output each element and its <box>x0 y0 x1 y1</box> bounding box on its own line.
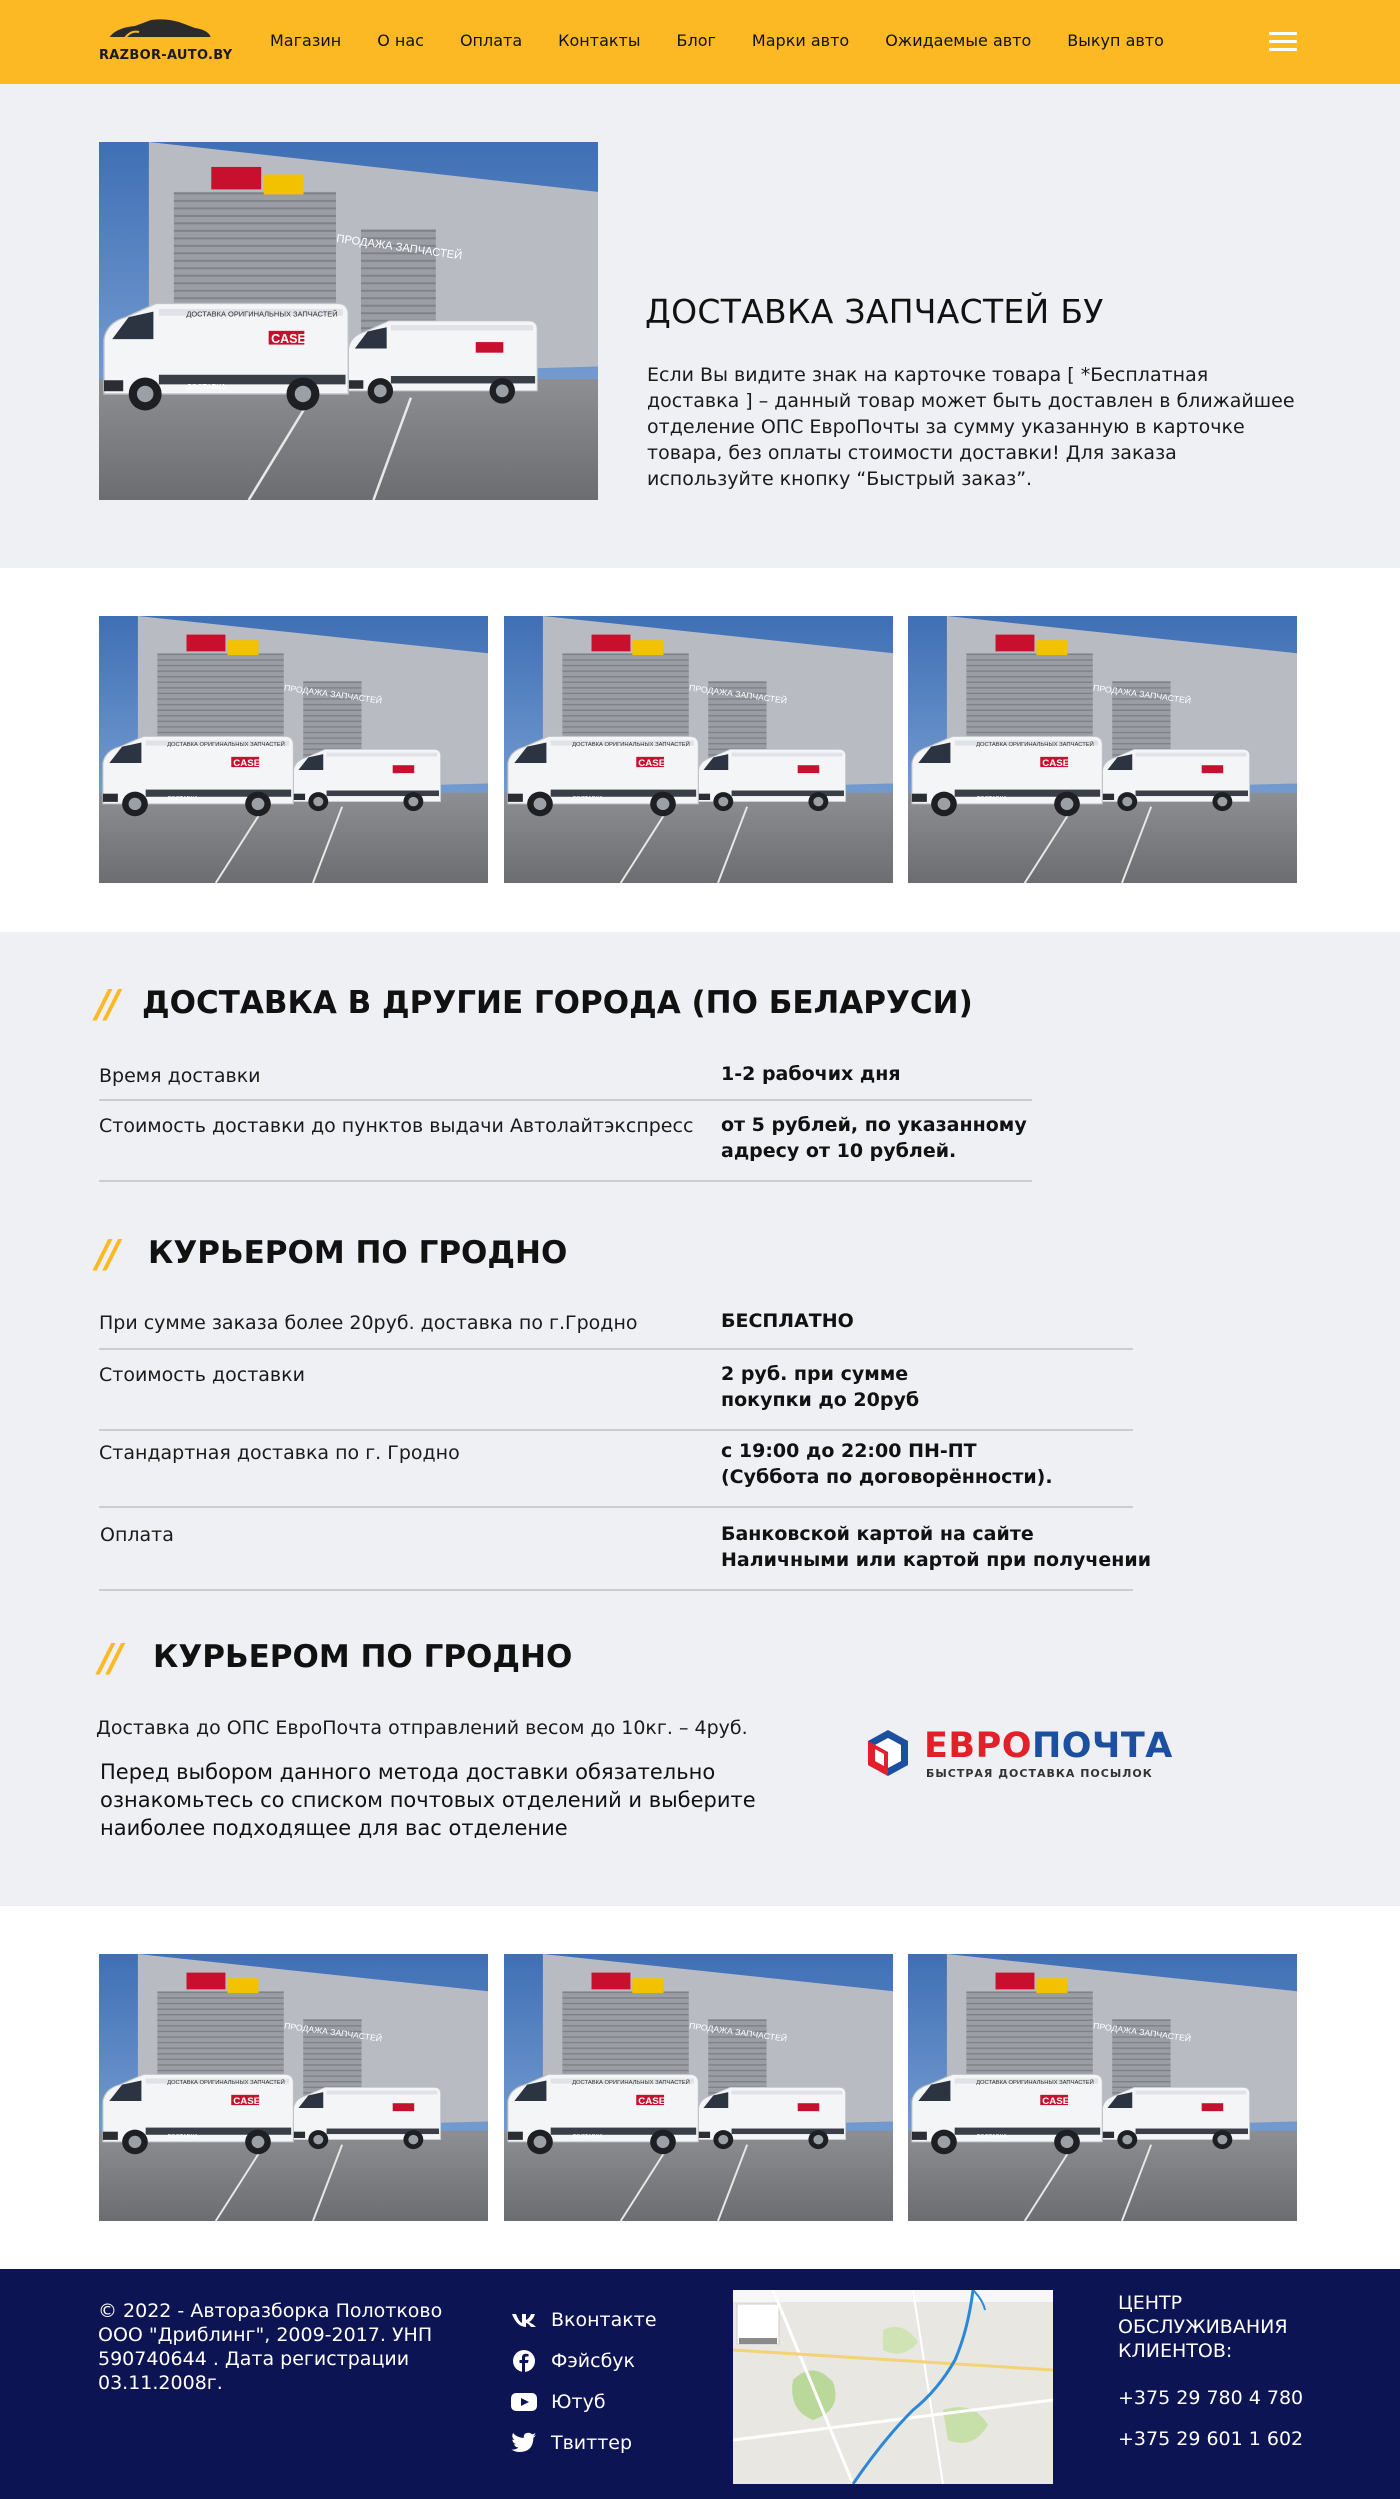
evropochta-logo[interactable]: ЕВРОПОЧТА БЫСТРАЯ ДОСТАВКА ПОСЫЛОК <box>864 1726 1172 1782</box>
nav-shop[interactable]: Магазин <box>270 31 341 50</box>
divider <box>99 1506 1133 1508</box>
nav-contacts[interactable]: Контакты <box>558 31 640 50</box>
hero-description: Если Вы видите знак на карточке товара [… <box>647 364 1295 490</box>
row-value: 2 руб. при сумме покупки до 20руб <box>721 1363 920 1411</box>
evropochta-tagline: БЫСТРАЯ ДОСТАВКА ПОСЫЛОК <box>926 1767 1153 1780</box>
hero-section: ПРОДАЖА ЗАПЧАСТЕЙ ДОСТАВКА ОРИГИНАЛЬНЫХ … <box>0 84 1400 568</box>
phone-link[interactable]: +375 29 780 4 780 <box>1118 2387 1303 2409</box>
van-brand-text: CASE <box>638 758 665 769</box>
hero-photo: ПРОДАЖА ЗАПЧАСТЕЙ ДОСТАВКА ОРИГИНАЛЬНЫХ … <box>99 142 598 500</box>
van-side-text: ДОСТАВКА ОРИГИНАЛЬНЫХ ЗАПЧАСТЕЙ <box>572 740 690 748</box>
nav-about[interactable]: О нас <box>377 31 424 50</box>
gallery-photo[interactable]: ПРОДАЖА ЗАПЧАСТЕЙ ДОСТАВКА ОРИГИНАЛЬНЫХ … <box>908 1954 1297 2221</box>
row-value: от 5 рублей, по указанному адресу от 10 … <box>721 1114 1027 1162</box>
row-label: Стоимость доставки до пунктов выдачи Авт… <box>99 1115 694 1137</box>
slash-accent-icon: // <box>99 1636 123 1680</box>
post-title: КУРЬЕРОМ ПО ГРОДНО <box>153 1639 573 1675</box>
row-value: БЕСПЛАТНО <box>721 1310 854 1332</box>
van-brand-text: CASE <box>233 2096 260 2107</box>
van-bottom-text: ДОСТАВКА <box>167 2134 198 2140</box>
youtube-icon <box>511 2391 537 2413</box>
van-side-text: ДОСТАВКА ОРИГИНАЛЬНЫХ ЗАПЧАСТЕЙ <box>167 740 285 748</box>
gallery-top: ПРОДАЖА ЗАПЧАСТЕЙ ДОСТАВКА ОРИГИНАЛЬНЫХ … <box>0 568 1400 932</box>
divider <box>99 1589 1133 1591</box>
nav-car-brands[interactable]: Марки авто <box>752 31 849 50</box>
slash-accent-icon: // <box>96 982 120 1026</box>
car-silhouette-icon <box>109 19 211 39</box>
van-brand-text: CASE <box>1042 758 1069 769</box>
row-label: Стандартная доставка по г. Гродно <box>99 1442 460 1464</box>
nav-payment[interactable]: Оплата <box>460 31 522 50</box>
evropochta-wordmark: ЕВРОПОЧТА <box>924 1726 1173 1766</box>
hamburger-menu-icon[interactable] <box>1269 32 1297 52</box>
van-brand-text: CASE <box>233 758 260 769</box>
post-office-note: Перед выбором данного метода доставки об… <box>100 1760 756 1840</box>
van-bottom-text: ДОСТАВКА <box>976 796 1007 802</box>
facebook-icon <box>511 2349 537 2372</box>
row-label: Время доставки <box>99 1065 261 1087</box>
site-logo[interactable]: RAZBOR-AUTO.BY <box>99 18 232 66</box>
van-side-text: ДОСТАВКА ОРИГИНАЛЬНЫХ ЗАПЧАСТЕЙ <box>976 740 1094 748</box>
van-bottom-text: ДОСТАВКА <box>572 796 603 802</box>
gallery-photo[interactable]: ПРОДАЖА ЗАПЧАСТЕЙ ДОСТАВКА ОРИГИНАЛЬНЫХ … <box>99 1954 488 2221</box>
row-label: Стоимость доставки <box>99 1364 305 1386</box>
main-nav: Магазин О нас Оплата Контакты Блог Марки… <box>270 31 1200 50</box>
gallery-bottom: ПРОДАЖА ЗАПЧАСТЕЙ ДОСТАВКА ОРИГИНАЛЬНЫХ … <box>0 1906 1400 2269</box>
cities-title: ДОСТАВКА В ДРУГИЕ ГОРОДА (ПО БЕЛАРУСИ) <box>142 985 973 1021</box>
location-map[interactable] <box>733 2290 1053 2484</box>
van-side-text: ДОСТАВКА ОРИГИНАЛЬНЫХ ЗАПЧАСТЕЙ <box>976 2078 1094 2086</box>
social-link-twitter[interactable]: Твиттер <box>511 2422 657 2463</box>
copyright-text: © 2022 - Авторазборка Полотково ООО "Дри… <box>98 2300 443 2394</box>
divider <box>99 1348 1133 1350</box>
divider <box>99 1180 1032 1182</box>
row-label: При сумме заказа более 20руб. доставка п… <box>99 1312 638 1334</box>
vk-icon <box>511 2309 537 2331</box>
social-link-vk[interactable]: Вконтакте <box>511 2299 657 2340</box>
van-bottom-text: ДОСТАВКА <box>572 2134 603 2140</box>
row-label: Оплата <box>100 1524 174 1546</box>
van-brand-text: CASE <box>1042 2096 1069 2107</box>
divider <box>99 1429 1133 1431</box>
courier-title: КУРЬЕРОМ ПО ГРОДНО <box>148 1235 568 1271</box>
van-bottom-text: ДОСТАВКА <box>976 2134 1007 2140</box>
logo-text: RAZBOR-AUTO.BY <box>99 48 233 63</box>
row-value: с 19:00 до 22:00 ПН-ПТ (Суббота по догов… <box>721 1440 1053 1488</box>
gallery-photo[interactable]: ПРОДАЖА ЗАПЧАСТЕЙ ДОСТАВКА ОРИГИНАЛЬНЫХ … <box>504 616 893 883</box>
social-links: Вконтакте Фэйсбук Ютуб Твиттер <box>511 2299 657 2463</box>
van-brand-text: CASE <box>638 2096 665 2107</box>
social-link-youtube[interactable]: Ютуб <box>511 2381 657 2422</box>
van-bottom-text: ДОСТАВКА <box>186 382 226 391</box>
site-header: RAZBOR-AUTO.BY Магазин О нас Оплата Конт… <box>0 0 1400 84</box>
gallery-photo[interactable]: ПРОДАЖА ЗАПЧАСТЕЙ ДОСТАВКА ОРИГИНАЛЬНЫХ … <box>99 616 488 883</box>
nav-blog[interactable]: Блог <box>677 31 716 50</box>
site-footer: © 2022 - Авторазборка Полотково ООО "Дри… <box>0 2269 1400 2499</box>
page-title: ДОСТАВКА ЗАПЧАСТЕЙ БУ <box>645 292 1104 331</box>
gallery-photo[interactable]: ПРОДАЖА ЗАПЧАСТЕЙ ДОСТАВКА ОРИГИНАЛЬНЫХ … <box>504 1954 893 2221</box>
row-value: 1-2 рабочих дня <box>721 1063 901 1085</box>
twitter-icon <box>511 2432 537 2454</box>
social-link-facebook[interactable]: Фэйсбук <box>511 2340 657 2381</box>
van-brand-text: CASE <box>271 332 306 346</box>
van-bottom-text: ДОСТАВКА <box>167 796 198 802</box>
nav-car-buyout[interactable]: Выкуп авто <box>1067 31 1164 50</box>
van-side-text: ДОСТАВКА ОРИГИНАЛЬНЫХ ЗАПЧАСТЕЙ <box>167 2078 285 2086</box>
evropochta-emblem-icon <box>868 1730 908 1776</box>
divider <box>99 1099 1032 1101</box>
van-side-text: ДОСТАВКА ОРИГИНАЛЬНЫХ ЗАПЧАСТЕЙ <box>186 310 337 319</box>
gallery-photo[interactable]: ПРОДАЖА ЗАПЧАСТЕЙ ДОСТАВКА ОРИГИНАЛЬНЫХ … <box>908 616 1297 883</box>
customer-center-title: ЦЕНТР ОБСЛУЖИВАНИЯ КЛИЕНТОВ: <box>1118 2292 1288 2362</box>
post-delivery-line: Доставка до ОПС ЕвроПочта отправлений ве… <box>96 1717 748 1739</box>
delivery-info-section: // ДОСТАВКА В ДРУГИЕ ГОРОДА (ПО БЕЛАРУСИ… <box>0 932 1400 1906</box>
row-value: Банковской картой на сайте Наличными или… <box>721 1523 1152 1571</box>
van-side-text: ДОСТАВКА ОРИГИНАЛЬНЫХ ЗАПЧАСТЕЙ <box>572 2078 690 2086</box>
nav-expected-cars[interactable]: Ожидаемые авто <box>885 31 1031 50</box>
phone-link[interactable]: +375 29 601 1 602 <box>1118 2428 1303 2450</box>
slash-accent-icon: // <box>96 1232 120 1276</box>
